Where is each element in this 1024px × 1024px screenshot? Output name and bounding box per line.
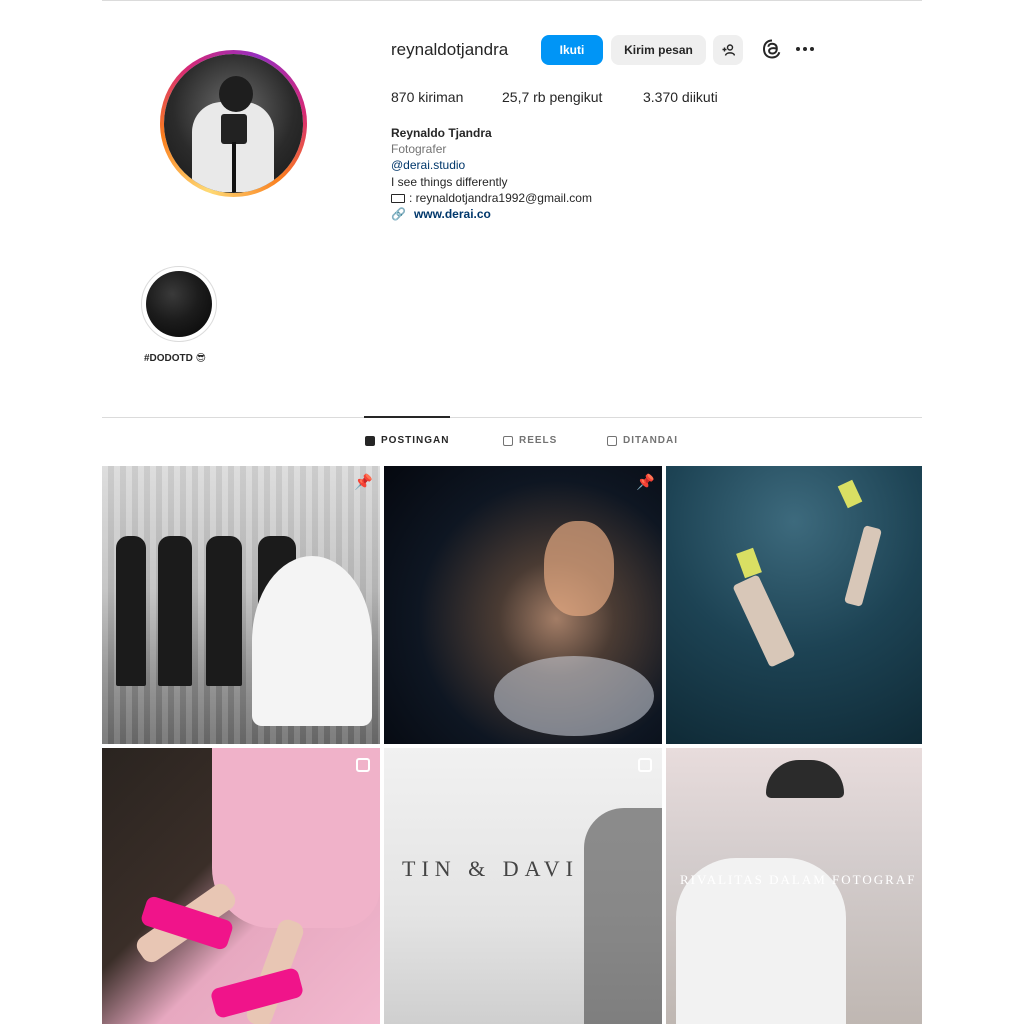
profile-category: Fotografer	[391, 142, 447, 156]
posts-count: 870 kiriman	[391, 89, 464, 105]
tagged-icon	[607, 435, 617, 446]
reels-icon	[503, 435, 513, 446]
bio-linked-account[interactable]: @derai.studio	[391, 158, 465, 172]
multi-photo-icon	[638, 758, 652, 772]
grid-icon	[365, 435, 375, 446]
bio-website-text: www.derai.co	[413, 207, 491, 221]
link-icon: 🔗	[391, 207, 406, 221]
tab-tagged[interactable]: DITANDAI	[607, 435, 678, 446]
pin-icon: 📌	[354, 474, 373, 491]
followers-count[interactable]: 25,7 rb pengikut	[502, 89, 602, 105]
multi-photo-icon	[356, 758, 370, 772]
tab-reels[interactable]: REELS	[503, 435, 557, 446]
highlight-cover	[146, 271, 212, 337]
post-tile-pink-heels[interactable]	[102, 748, 380, 1024]
story-highlight[interactable]	[141, 266, 217, 342]
tabs-divider	[102, 417, 922, 418]
profile-username: reynaldotjandra	[391, 40, 509, 59]
pin-icon: 📌	[636, 474, 655, 491]
tab-reels-label: REELS	[519, 435, 558, 446]
add-user-icon	[722, 44, 735, 56]
bio-email: : reynaldotjandra1992@gmail.com	[391, 191, 592, 205]
mail-icon	[391, 194, 405, 203]
follow-button[interactable]: Ikuti	[541, 35, 603, 65]
bio-text: I see things differently	[391, 175, 508, 189]
tab-tagged-label: DITANDAI	[623, 435, 679, 446]
more-options-icon[interactable]	[796, 40, 818, 58]
active-tab-indicator	[364, 416, 450, 418]
threads-icon[interactable]	[760, 37, 784, 61]
send-message-button[interactable]: Kirim pesan	[611, 35, 706, 65]
bio-website-link[interactable]: 🔗 www.derai.co	[391, 207, 491, 221]
post-text-rivalitas: RIVALITAS DALAM FOTOGRAF	[680, 872, 917, 887]
tab-posts-label: POSTINGAN	[381, 435, 450, 446]
bio-email-text: : reynaldotjandra1992@gmail.com	[409, 191, 592, 205]
avatar-photo	[164, 54, 303, 193]
profile-full-name: Reynaldo Tjandra	[391, 126, 492, 140]
top-divider	[102, 0, 922, 1]
post-tile-underwater[interactable]	[666, 466, 922, 744]
post-tile-wedding[interactable]: 📌	[102, 466, 380, 744]
following-count[interactable]: 3.370 diikuti	[643, 89, 718, 105]
highlight-label: #DODOTD 😎	[144, 353, 207, 364]
post-tile-portrait[interactable]: 📌	[384, 466, 662, 744]
profile-avatar[interactable]	[160, 50, 307, 197]
suggested-users-button[interactable]	[713, 35, 743, 65]
post-tile-wedding-sign[interactable]: TIN & DAVI	[384, 748, 662, 1024]
post-tile-rivalitas[interactable]: RIVALITAS DALAM FOTOGRAF	[666, 748, 922, 1024]
post-text-names: TIN & DAVI	[402, 856, 579, 881]
tab-posts[interactable]: POSTINGAN	[365, 435, 449, 446]
